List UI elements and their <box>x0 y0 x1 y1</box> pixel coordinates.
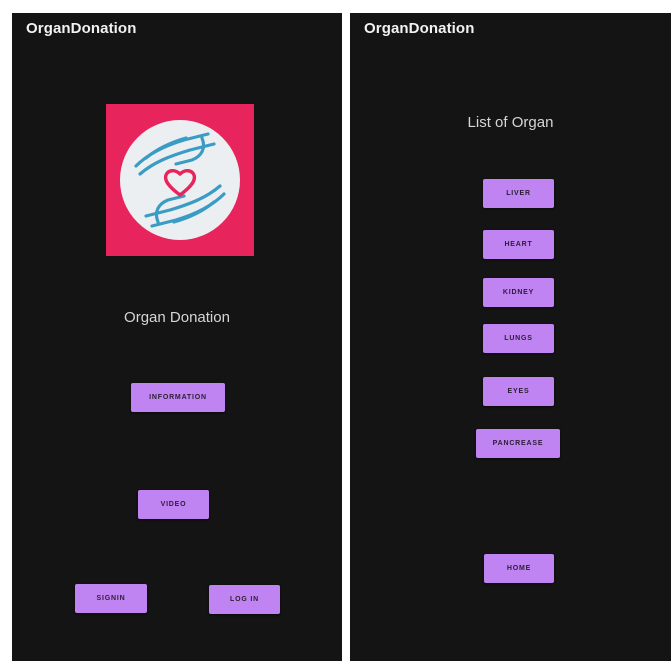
page-heading: Organ Donation <box>124 309 230 326</box>
organ-donation-logo <box>106 104 254 256</box>
page-heading: List of Organ <box>467 114 554 131</box>
organ-button-heart[interactable]: HEART <box>483 230 554 259</box>
hands-holding-heart-icon <box>120 120 240 240</box>
signin-button[interactable]: SIGNIN <box>75 584 147 613</box>
organ-list-screen: OrganDonation List of Organ LIVER HEART … <box>350 13 671 661</box>
information-button[interactable]: INFORMATION <box>131 383 225 412</box>
home-screen: OrganDonation Organ Donation INFORMATION <box>12 13 342 661</box>
login-button[interactable]: LOG IN <box>209 585 280 614</box>
organ-button-liver[interactable]: LIVER <box>483 179 554 208</box>
video-button[interactable]: VIDEO <box>138 490 209 519</box>
organ-button-pancrease[interactable]: PANCREASE <box>476 429 560 458</box>
home-button[interactable]: HOME <box>484 554 554 583</box>
app-bar-title: OrganDonation <box>26 20 137 37</box>
organ-button-lungs[interactable]: LUNGS <box>483 324 554 353</box>
organ-button-eyes[interactable]: EYES <box>483 377 554 406</box>
organ-button-kidney[interactable]: KIDNEY <box>483 278 554 307</box>
app-bar-title: OrganDonation <box>364 20 475 37</box>
